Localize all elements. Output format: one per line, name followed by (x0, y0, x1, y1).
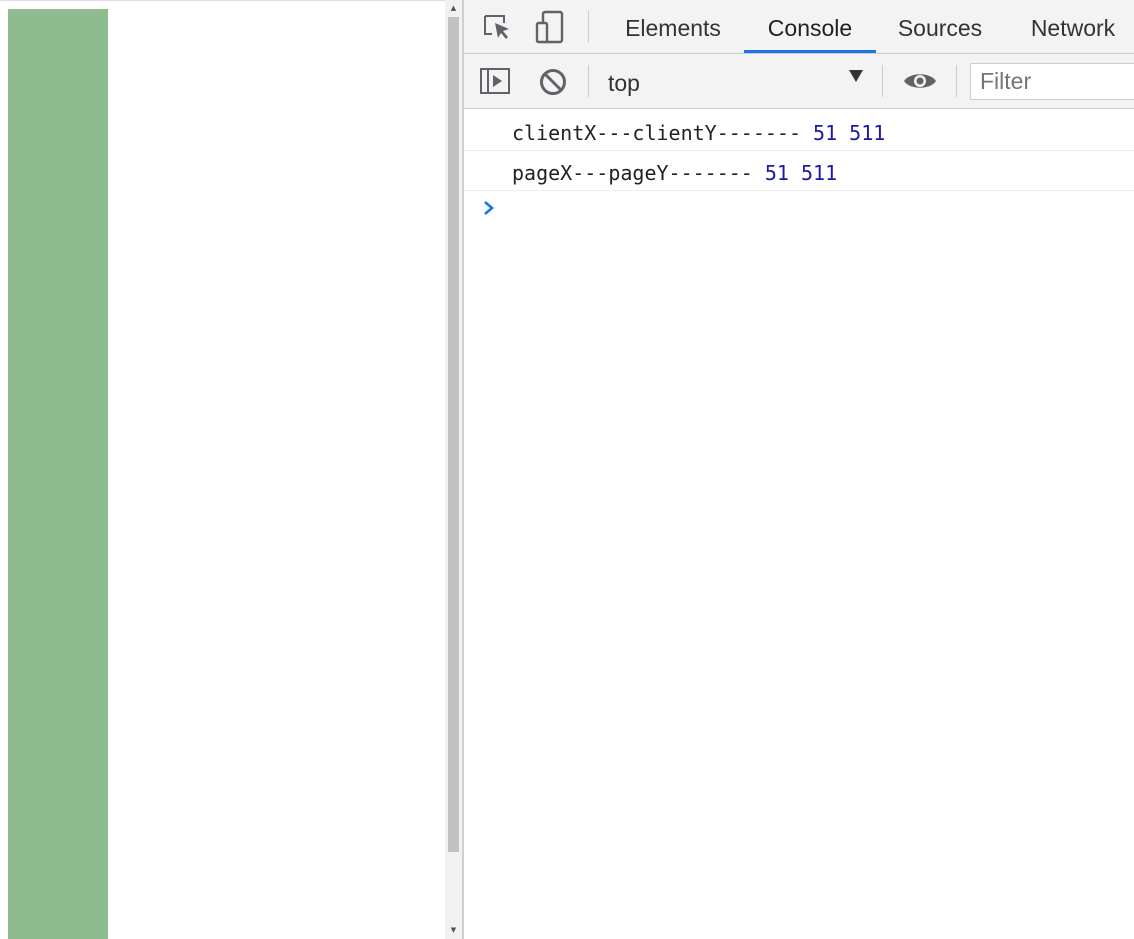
log-number: 511 (801, 161, 838, 185)
console-message: pageX---pageY------- 51 511 (464, 151, 1134, 191)
tab-sources[interactable]: Sources (878, 0, 1002, 53)
devtools-panel: Elements Console Sources Network top Fil… (464, 0, 1134, 939)
toolbar-separator (588, 65, 589, 97)
green-box (8, 9, 108, 939)
filter-input[interactable] (970, 63, 1134, 100)
devtools-tabbar: Elements Console Sources Network (464, 0, 1134, 54)
log-number: 51 (813, 121, 838, 145)
log-text: clientX---clientY------- (512, 121, 801, 145)
scrollbar-thumb[interactable] (448, 17, 459, 852)
live-expression-eye-icon[interactable] (900, 66, 940, 96)
console-prompt-chevron-icon[interactable] (482, 199, 496, 217)
log-number: 51 (764, 161, 789, 185)
tab-network[interactable]: Network (1012, 0, 1134, 53)
scroll-down-arrow-icon[interactable]: ▼ (445, 922, 462, 939)
dropdown-arrow-icon[interactable] (849, 70, 863, 82)
browser-window: ▲ ▼ Elements Console Sources Network top… (0, 0, 1134, 939)
console-output: clientX---clientY------- 51 511 pageX---… (464, 109, 1134, 939)
toolbar-separator (956, 65, 957, 97)
inspect-element-icon[interactable] (480, 10, 514, 44)
device-toolbar-icon[interactable] (533, 9, 567, 45)
console-toolbar: top (464, 54, 1134, 109)
page-viewport (0, 0, 445, 939)
clear-console-icon[interactable] (536, 66, 570, 98)
show-sidebar-icon[interactable] (478, 66, 512, 96)
toolbar-separator (882, 65, 883, 97)
log-number: 511 (849, 121, 886, 145)
console-message: clientX---clientY------- 51 511 (464, 111, 1134, 151)
execution-context-select[interactable]: top (608, 54, 640, 108)
vertical-scrollbar[interactable]: ▲ ▼ (445, 0, 462, 939)
scroll-up-arrow-icon[interactable]: ▲ (445, 0, 462, 17)
toolbar-separator (588, 11, 589, 43)
log-text: pageX---pageY------- (512, 161, 753, 185)
tab-elements[interactable]: Elements (604, 0, 742, 53)
tab-console[interactable]: Console (744, 0, 876, 53)
